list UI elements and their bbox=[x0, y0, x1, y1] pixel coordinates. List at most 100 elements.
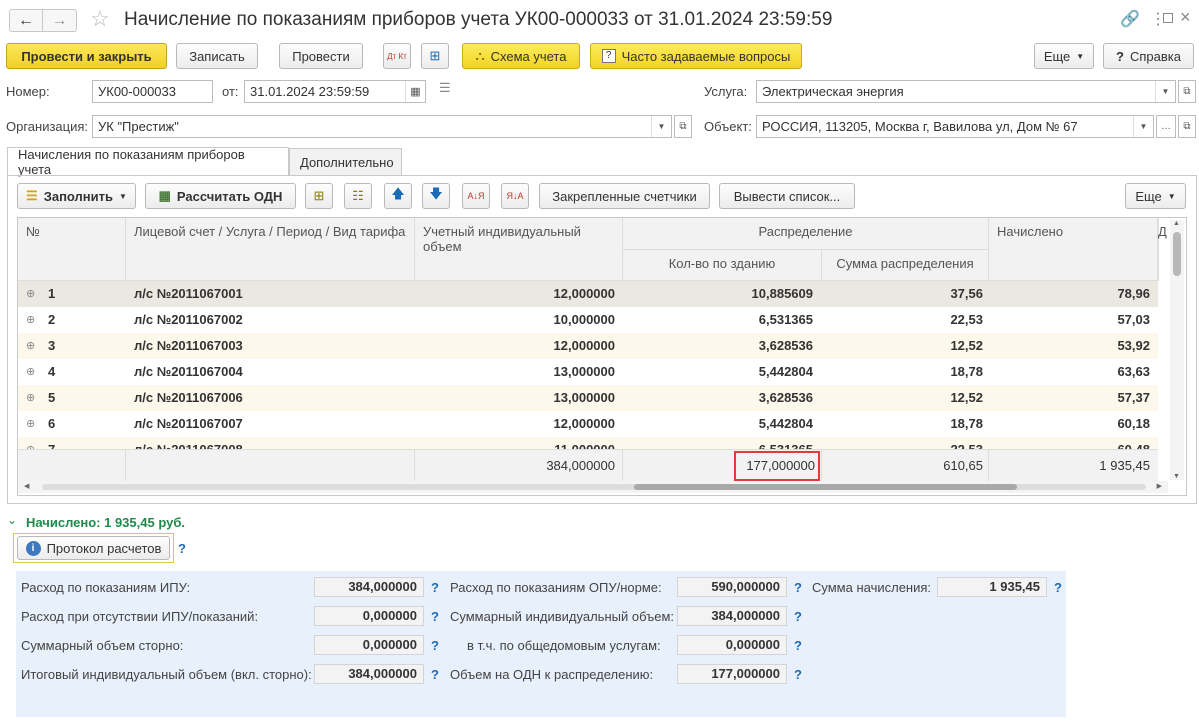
structure-button[interactable]: ⊞ bbox=[421, 43, 449, 69]
table-row[interactable]: ⊕ 4 л/с №2011067004 13,000000 5,442804 18,78 6… bbox=[18, 359, 1158, 385]
open-org-icon[interactable]: ⧉ bbox=[674, 115, 692, 138]
calendar-icon[interactable]: ▦ bbox=[405, 81, 425, 102]
pinned-meters-button[interactable]: Закрепленные счетчики bbox=[539, 183, 710, 209]
dropdown-icon[interactable]: ▼ bbox=[1155, 81, 1175, 102]
save-button[interactable]: Записать bbox=[176, 43, 258, 69]
charged-header[interactable]: Начислено: 1 935,45 руб. bbox=[26, 515, 185, 530]
move-up-button[interactable]: 🡅 bbox=[384, 183, 412, 209]
forward-button[interactable]: → bbox=[43, 9, 77, 32]
header-distribution[interactable]: Распределение bbox=[623, 218, 989, 250]
header-distribution-sum[interactable]: Сумма распределения bbox=[822, 250, 989, 281]
row-num: 7 bbox=[48, 437, 108, 449]
header-account[interactable]: Лицевой счет / Услуга / Период / Вид тар… bbox=[126, 218, 415, 281]
charged-collapse-icon[interactable]: ⌄ bbox=[7, 513, 17, 527]
output-list-button[interactable]: Вывести список... bbox=[719, 183, 855, 209]
total-distribution-sum: 610,65 bbox=[943, 458, 983, 473]
expand-icon[interactable]: ⊕ bbox=[26, 411, 40, 437]
odn-help-icon[interactable]: ? bbox=[794, 667, 802, 682]
tab-additional[interactable]: Дополнительно bbox=[289, 148, 402, 176]
maximize-icon[interactable] bbox=[1163, 13, 1173, 23]
row-charged: 57,03 bbox=[1117, 312, 1150, 327]
object-field[interactable]: РОССИЯ, 113205, Москва г, Вавилова ул, Д… bbox=[756, 115, 1154, 138]
scroll-down-icon[interactable]: ▼ bbox=[1173, 473, 1180, 480]
link-icon[interactable]: 🔗 bbox=[1120, 9, 1140, 29]
row-charged: 60,48 bbox=[990, 437, 1150, 449]
scroll-thumb[interactable] bbox=[1173, 232, 1181, 276]
row-charged: 57,37 bbox=[1117, 390, 1150, 405]
open-object-icon[interactable]: ⧉ bbox=[1178, 115, 1196, 138]
table-row[interactable]: ⊕ 6 л/с №2011067007 12,000000 5,442804 18,78 6… bbox=[18, 411, 1158, 437]
scroll-up-icon[interactable]: ▲ bbox=[1173, 220, 1180, 227]
expand-icon[interactable]: ⊕ bbox=[26, 359, 40, 385]
sort-desc-button[interactable]: Я↓А bbox=[501, 183, 529, 209]
dt-kt-button[interactable]: Дт Кт bbox=[383, 43, 411, 69]
expand-icon[interactable]: ⊕ bbox=[26, 385, 40, 411]
expand-all-button[interactable]: ⊞ bbox=[305, 183, 333, 209]
dt-kt-icon: Дт Кт bbox=[387, 51, 407, 61]
back-button[interactable]: ← bbox=[9, 9, 43, 32]
post-and-close-button[interactable]: Провести и закрыть bbox=[6, 43, 167, 69]
row-num: 2 bbox=[48, 312, 56, 327]
more-button[interactable]: Еще ▼ bbox=[1034, 43, 1094, 69]
table-row[interactable]: ⊕ 3 л/с №2011067003 12,000000 3,628536 12,52 5… bbox=[18, 333, 1158, 359]
scroll-left-icon[interactable]: ◀ bbox=[24, 482, 29, 490]
scroll-right-icon[interactable]: ▶ bbox=[1157, 482, 1162, 490]
header-building-qty[interactable]: Кол-во по зданию bbox=[623, 250, 822, 281]
dropdown-icon[interactable]: ▼ bbox=[651, 116, 671, 137]
scheme-button[interactable]: ⛬ Схема учета bbox=[462, 43, 580, 69]
odn-label: Объем на ОДН к распределению: bbox=[450, 667, 654, 682]
header-charged[interactable]: Начислено bbox=[989, 218, 1158, 281]
post-button[interactable]: Провести bbox=[279, 43, 363, 69]
service-field[interactable]: Электрическая энергия ▼ bbox=[756, 80, 1176, 103]
charge-sum-help-icon[interactable]: ? bbox=[1054, 580, 1062, 595]
expand-icon[interactable]: ⊕ bbox=[26, 437, 40, 449]
header-individual-volume[interactable]: Учетный индивидуальный объем bbox=[415, 218, 623, 281]
hscroll-thumb-active[interactable] bbox=[634, 484, 1017, 490]
faq-button[interactable]: ? Часто задаваемые вопросы bbox=[590, 43, 802, 69]
horizontal-scrollbar[interactable]: ◀ ▶ bbox=[18, 481, 1168, 493]
storno-label: Суммарный объем сторно: bbox=[21, 638, 184, 653]
dropdown-icon[interactable]: ▼ bbox=[1133, 116, 1153, 137]
total-ind-help-icon[interactable]: ? bbox=[431, 667, 439, 682]
collapse-all-button[interactable]: ☷ bbox=[344, 183, 372, 209]
row-distribution-sum: 18,78 bbox=[950, 416, 983, 431]
expand-icon[interactable]: ⊕ bbox=[26, 307, 40, 333]
open-service-icon[interactable]: ⧉ bbox=[1178, 80, 1196, 103]
table-more-button[interactable]: Еще ▼ bbox=[1125, 183, 1186, 209]
storno-help-icon[interactable]: ? bbox=[431, 638, 439, 653]
expand-icon[interactable]: ⊕ bbox=[26, 281, 40, 307]
calc-odn-button[interactable]: ▦ Рассчитать ОДН bbox=[145, 183, 296, 209]
table-body: ⊕ 1 л/с №2011067001 12,000000 10,885609 37,56… bbox=[18, 281, 1158, 449]
close-icon[interactable]: × bbox=[1180, 7, 1191, 28]
table-row[interactable]: ⊕ 1 л/с №2011067001 12,000000 10,885609 37,56… bbox=[18, 281, 1158, 307]
table-row[interactable]: ⊕ 7 л/с №201106700811,000000 6,531365 22,53 6… bbox=[18, 437, 1158, 449]
help-button[interactable]: ? Справка bbox=[1103, 43, 1194, 69]
fill-button[interactable]: ☰ Заполнить ▼ bbox=[17, 183, 136, 209]
no-ipu-help-icon[interactable]: ? bbox=[431, 609, 439, 624]
table-row[interactable]: ⊕ 5 л/с №2011067006 13,000000 3,628536 12,52 5… bbox=[18, 385, 1158, 411]
comment-icon[interactable]: ☰ bbox=[439, 80, 451, 96]
header-extra[interactable]: Д bbox=[1158, 218, 1167, 281]
protocol-button[interactable]: i Протокол расчетов bbox=[17, 536, 170, 560]
move-down-button[interactable]: 🡇 bbox=[422, 183, 450, 209]
sum-ind-help-icon[interactable]: ? bbox=[794, 609, 802, 624]
object-more-button[interactable]: … bbox=[1156, 115, 1176, 138]
service-label: Услуга: bbox=[704, 84, 748, 99]
opu-help-icon[interactable]: ? bbox=[794, 580, 802, 595]
expand-icon[interactable]: ⊕ bbox=[26, 333, 40, 359]
vertical-scrollbar[interactable]: ▲ ▼ bbox=[1170, 220, 1184, 480]
org-field[interactable]: УК "Престиж" ▼ bbox=[92, 115, 672, 138]
number-field[interactable]: УК00-000033 bbox=[92, 80, 213, 103]
expand-tree-icon: ⊞ bbox=[313, 188, 325, 203]
total-ind-value: 384,000000 bbox=[314, 664, 424, 684]
common-help-icon[interactable]: ? bbox=[794, 638, 802, 653]
favorite-star-icon[interactable]: ☆ bbox=[90, 6, 110, 32]
ipu-help-icon[interactable]: ? bbox=[431, 580, 439, 595]
header-num[interactable]: № bbox=[18, 218, 126, 281]
sort-asc-button[interactable]: А↓Я bbox=[462, 183, 490, 209]
protocol-help-icon[interactable]: ? bbox=[178, 541, 186, 556]
opu-value: 590,000000 bbox=[677, 577, 787, 597]
table-row[interactable]: ⊕ 2 л/с №2011067002 10,000000 6,531365 22,53 5… bbox=[18, 307, 1158, 333]
date-field[interactable]: 31.01.2024 23:59:59 ▦ bbox=[244, 80, 426, 103]
tab-meter-charges[interactable]: Начисления по показаниям приборов учета bbox=[7, 147, 289, 177]
